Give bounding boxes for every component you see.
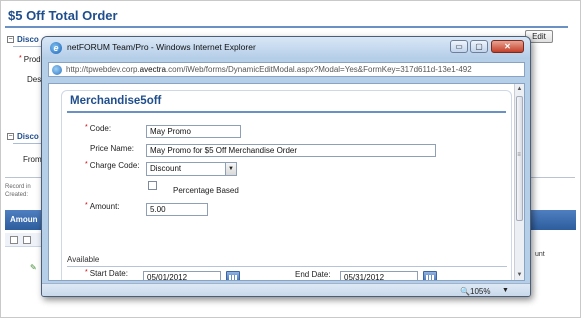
- collapse-icon[interactable]: −: [7, 36, 14, 44]
- scroll-grip-icon: ≡: [517, 152, 521, 158]
- scroll-down-icon[interactable]: ▼: [516, 271, 523, 279]
- section-divider: [13, 143, 43, 144]
- amount-tab[interactable]: Amoun: [5, 210, 45, 230]
- zoom-dropdown-icon[interactable]: ▼: [502, 287, 509, 294]
- address-bar[interactable]: http://tpwebdev.corp.avectra.com/iWeb/fo…: [48, 62, 525, 77]
- from-label: From: [23, 155, 42, 164]
- end-date-field[interactable]: 05/31/2012: [340, 271, 418, 280]
- prod-label: * Prod: [19, 55, 41, 64]
- collapse-icon[interactable]: −: [7, 133, 14, 141]
- record-info: Record in Created:: [5, 183, 31, 199]
- charge-code-select[interactable]: Discount ▼: [146, 162, 237, 176]
- code-label: * Code:: [85, 124, 112, 133]
- browser-popup-window: e netFORUM Team/Pro - Windows Internet E…: [41, 36, 531, 297]
- calendar-icon[interactable]: [226, 271, 240, 280]
- chevron-down-icon[interactable]: ▼: [225, 163, 236, 175]
- grid-toolbar: [5, 233, 45, 247]
- internet-explorer-icon: e: [50, 42, 62, 54]
- status-bar: 🔍 105% ▼: [42, 283, 530, 296]
- vertical-scrollbar[interactable]: ▲ ≡ ▼: [514, 84, 524, 280]
- grid-column-header: unt: [535, 251, 545, 258]
- edit-row-icon[interactable]: ✎: [30, 263, 37, 272]
- window-titlebar[interactable]: e netFORUM Team/Pro - Windows Internet E…: [42, 37, 530, 59]
- charge-code-value: Discount: [150, 164, 182, 173]
- page-content: ▲ ≡ ▼ Merchandise5off * Code: May Promo P…: [48, 83, 525, 281]
- discount-section-header-2[interactable]: − Disco: [7, 132, 39, 141]
- percentage-based-checkbox[interactable]: [148, 181, 157, 190]
- calendar-icon[interactable]: [423, 271, 437, 280]
- title-divider: [5, 26, 568, 28]
- maximize-button[interactable]: ▢: [470, 40, 488, 53]
- address-url[interactable]: http://tpwebdev.corp.avectra.com/iWeb/fo…: [66, 65, 522, 74]
- scroll-up-icon[interactable]: ▲: [516, 85, 523, 93]
- window-title: netFORUM Team/Pro - Windows Internet Exp…: [67, 42, 256, 52]
- form-title-divider: [67, 111, 506, 113]
- price-name-label: Price Name:: [90, 144, 135, 153]
- available-section-label: Available: [67, 255, 100, 264]
- amount-label: * Amount:: [85, 202, 120, 211]
- minimize-button[interactable]: ▭: [450, 40, 468, 53]
- section-divider: [13, 46, 43, 47]
- zoom-icon[interactable]: 🔍: [460, 287, 470, 296]
- percentage-based-label: Percentage Based: [173, 186, 239, 195]
- start-date-label: * Start Date:: [85, 269, 128, 278]
- price-name-field[interactable]: May Promo for $5 Off Merchandise Order: [146, 144, 436, 157]
- available-divider: [67, 266, 507, 267]
- close-button[interactable]: ✕: [491, 40, 524, 53]
- charge-code-label: * Charge Code:: [85, 161, 140, 170]
- amount-tab-bar: [531, 210, 576, 230]
- amount-field[interactable]: 5.00: [146, 203, 208, 216]
- page-icon: [52, 65, 62, 75]
- created-info-line: Created:: [5, 192, 29, 198]
- discount-section-header[interactable]: − Disco: [7, 35, 39, 44]
- start-date-field[interactable]: 05/01/2012: [143, 271, 221, 280]
- form-title: Merchandise5off: [70, 95, 162, 107]
- discount-section-label-2: Disco: [17, 132, 39, 141]
- merchandise-form: Merchandise5off * Code: May Promo Price N…: [61, 90, 512, 280]
- discount-section-label: Disco: [17, 35, 39, 44]
- scrollbar-thumb[interactable]: [516, 96, 523, 221]
- code-field[interactable]: May Promo: [146, 125, 241, 138]
- page-title: $5 Off Total Order: [8, 8, 118, 23]
- zoom-level[interactable]: 105%: [470, 287, 490, 296]
- end-date-label: End Date:: [295, 270, 331, 279]
- select-icon[interactable]: [23, 236, 31, 244]
- des-label: Des: [27, 75, 42, 84]
- record-info-line: Record in: [5, 184, 31, 190]
- expand-icon[interactable]: [10, 236, 18, 244]
